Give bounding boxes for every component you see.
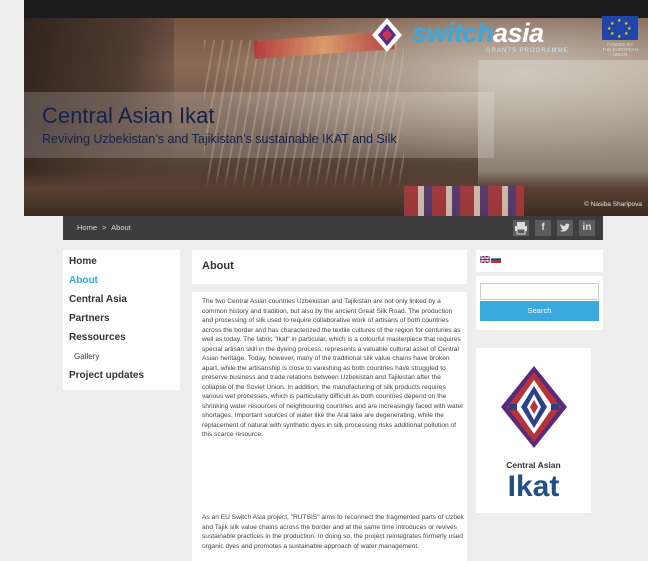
content-header: About — [192, 250, 467, 282]
twitter-icon[interactable] — [557, 220, 573, 236]
logo-programme-text: GRANTS PROGRAMME — [486, 48, 569, 54]
eu-caption: FUNDED BY THE EUROPEAN UNION — [602, 42, 638, 57]
breadcrumb-current: About — [111, 223, 131, 232]
search-widget: Search — [476, 276, 603, 330]
nav-item-about[interactable]: About — [69, 275, 98, 286]
hero-photo-fabric — [404, 186, 524, 216]
print-icon[interactable] — [513, 220, 529, 236]
about-paragraph: The two Central Asian countries Uzbekist… — [202, 298, 464, 438]
uk-flag-icon[interactable] — [480, 256, 490, 263]
breadcrumb-bar: Home > About f in — [63, 216, 603, 240]
photo-credit: © Nasiba Sharipova — [584, 201, 642, 208]
search-button[interactable]: Search — [480, 301, 599, 321]
switch-asia-emblem-icon — [372, 18, 402, 52]
breadcrumb-separator: > — [102, 223, 107, 232]
about-paragraph: As an EU Switch Asia project, "RUTSIS" a… — [202, 514, 464, 550]
site-title[interactable]: Central Asian Ikat — [42, 103, 214, 129]
search-input[interactable] — [480, 283, 599, 300]
brand-title: Ikat — [507, 470, 560, 503]
page-title: About — [202, 260, 234, 272]
content-divider — [192, 284, 467, 292]
site-subtitle: Reviving Uzbekistan’s and Tajikistan’s s… — [42, 132, 397, 146]
hero-banner: switchasia GRANTS PROGRAMME ★ ★ ★ ★ ★ ★ ★ ★ … — [24, 0, 648, 216]
nav-item-home[interactable]: Home — [69, 256, 97, 267]
brand-subtitle: Central Asian — [506, 460, 561, 470]
nav-subitem-gallery[interactable]: Gallery — [74, 352, 99, 361]
breadcrumb: Home > About — [77, 223, 134, 232]
breadcrumb-home-link[interactable]: Home — [77, 223, 97, 232]
switch-asia-wordmark: switchasia — [412, 18, 544, 48]
switch-asia-logo[interactable]: switchasia GRANTS PROGRAMME ★ ★ ★ ★ ★ ★ ★ ★ … — [368, 16, 648, 57]
hero-photo-floor — [24, 170, 648, 216]
nav-item-central-asia[interactable]: Central Asia — [69, 294, 127, 305]
nav-item-ressources[interactable]: Ressources — [69, 332, 126, 343]
nav-item-partners[interactable]: Partners — [69, 313, 110, 324]
russia-flag-icon[interactable] — [491, 256, 501, 263]
language-switcher — [476, 250, 603, 272]
facebook-icon[interactable]: f — [535, 220, 551, 236]
sidebar-nav: Home About Central Asia Partners Ressour… — [63, 250, 180, 390]
nav-item-project-updates[interactable]: Project updates — [69, 370, 144, 381]
linkedin-icon[interactable]: in — [579, 220, 595, 236]
ikat-emblem-icon — [501, 366, 567, 448]
eu-flag-icon: ★ ★ ★ ★ ★ ★ ★ ★ — [602, 16, 638, 40]
ikat-brand-card[interactable]: Central Asian Ikat — [476, 348, 591, 513]
main-content: About The two Central Asian countries Uz… — [192, 250, 467, 561]
